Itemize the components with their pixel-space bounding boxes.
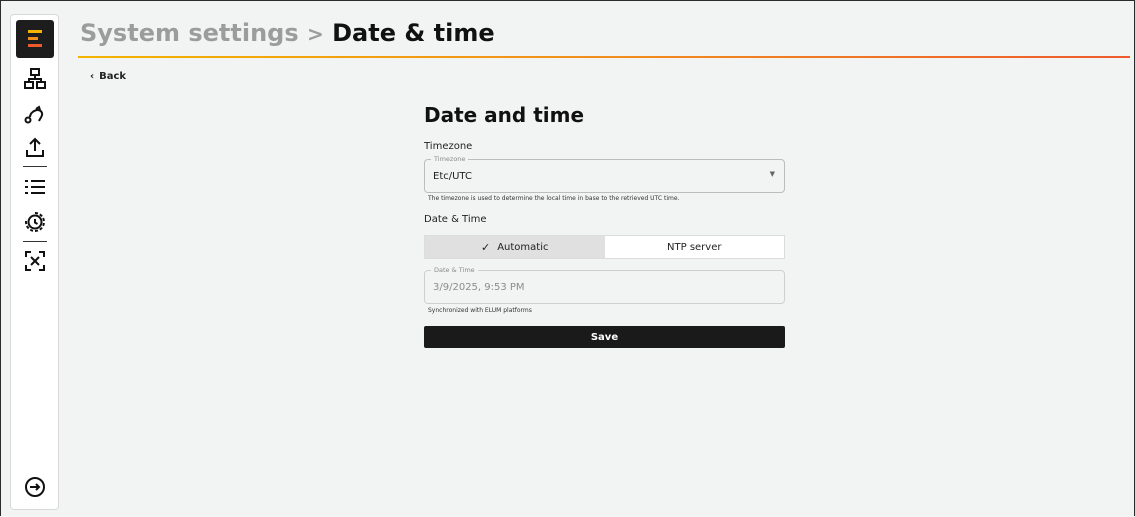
section-title: Date and time — [424, 103, 585, 127]
save-button[interactable]: Save — [424, 326, 785, 348]
timezone-help-text: The timezone is used to determine the lo… — [428, 195, 680, 202]
timezone-field-legend: Timezone — [431, 155, 469, 163]
sidebar-divider — [23, 166, 47, 167]
datetime-mode-toggle: ✓ Automatic NTP server — [424, 235, 785, 259]
datetime-help-text: Synchronized with ELUM platforms — [428, 307, 532, 314]
datetime-value: 3/9/2025, 9:53 PM — [433, 282, 525, 293]
network-icon[interactable] — [23, 67, 47, 91]
chevron-left-icon: ‹ — [90, 71, 95, 82]
chevron-down-icon: ▼ — [769, 170, 775, 178]
logout-icon[interactable] — [23, 475, 47, 499]
header-accent-line — [78, 56, 1130, 58]
history-icon[interactable] — [23, 210, 47, 234]
mode-option-label: Automatic — [497, 241, 549, 253]
breadcrumb-current: Date & time — [332, 19, 495, 47]
sidebar-divider — [23, 241, 47, 242]
mode-option-label: NTP server — [667, 241, 722, 253]
back-link[interactable]: ‹ Back — [90, 71, 126, 82]
upload-icon[interactable] — [23, 136, 47, 160]
elum-logo-icon[interactable] — [16, 20, 54, 58]
timezone-select[interactable]: Timezone Etc/UTC ▼ — [424, 155, 785, 193]
datetime-field-legend: Date & Time — [431, 266, 478, 274]
breadcrumb-separator: > — [306, 22, 324, 46]
datetime-section-label: Date & Time — [424, 214, 487, 225]
timezone-value: Etc/UTC — [433, 171, 472, 182]
mode-automatic-option[interactable]: ✓ Automatic — [425, 236, 605, 258]
check-icon: ✓ — [480, 240, 491, 254]
page-title: System settings > Date & time — [80, 19, 495, 47]
route-icon[interactable] — [23, 101, 47, 125]
scan-icon[interactable] — [23, 249, 47, 273]
breadcrumb-parent[interactable]: System settings — [80, 19, 299, 47]
datetime-field: Date & Time 3/9/2025, 9:53 PM — [424, 266, 785, 304]
timezone-section-label: Timezone — [424, 141, 473, 152]
mode-ntp-server-option[interactable]: NTP server — [605, 236, 785, 258]
list-icon[interactable] — [23, 175, 47, 199]
sidebar — [10, 14, 59, 510]
back-label: Back — [99, 71, 127, 82]
